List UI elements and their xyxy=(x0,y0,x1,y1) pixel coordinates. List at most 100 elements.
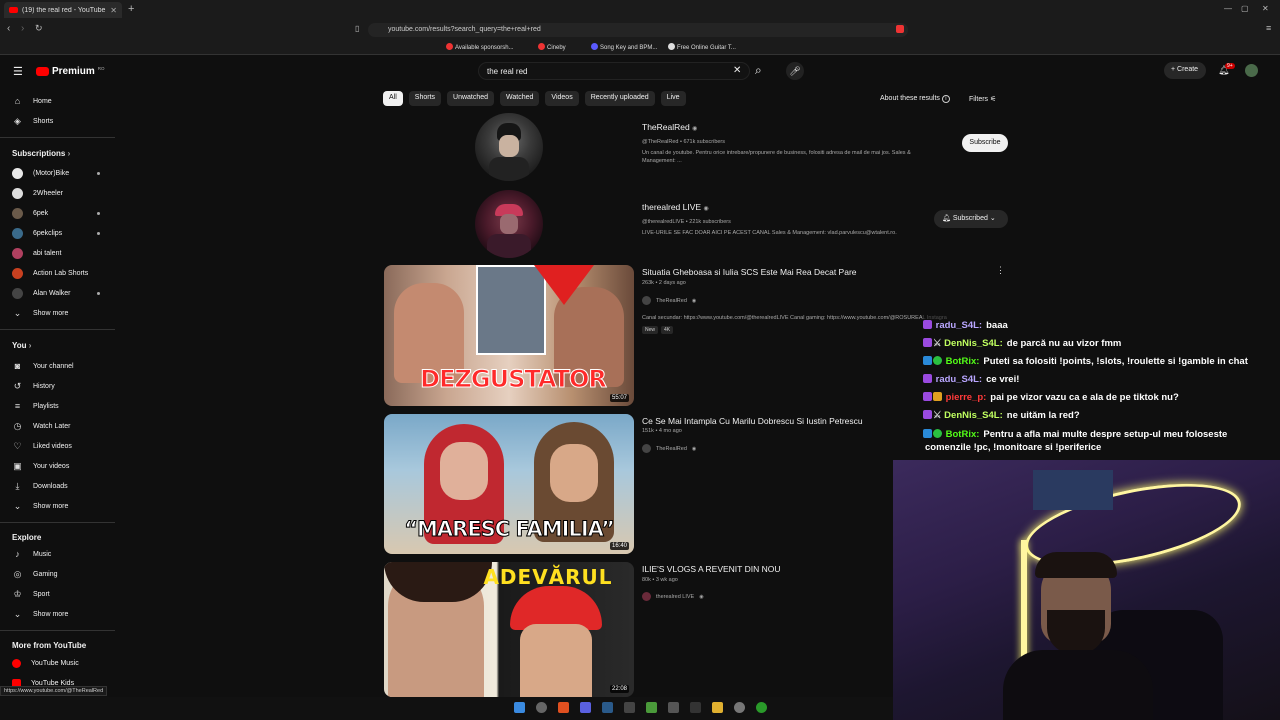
you-heading[interactable]: You › xyxy=(12,341,31,350)
filters-button[interactable]: Filters ⚟ xyxy=(969,95,996,103)
sidebar-item-subscription[interactable]: abi talent xyxy=(0,243,115,263)
sidebar-item-playlists[interactable]: ≡ Playlists xyxy=(0,396,115,416)
subscriptions-heading[interactable]: Subscriptions › xyxy=(12,149,70,158)
sidebar-item-your-channel[interactable]: ◙ Your channel xyxy=(0,356,115,376)
app-icon[interactable] xyxy=(690,702,701,713)
video-channel[interactable]: TheRealRed ◉ xyxy=(642,296,696,305)
user-badge-icon xyxy=(923,338,932,347)
voice-search-icon[interactable]: 🎤︎ xyxy=(786,62,804,80)
bookmark-3[interactable]: Song Key and BPM... xyxy=(591,43,657,51)
sidebar-item-watch-later[interactable]: ◷ Watch Later xyxy=(0,416,115,436)
video-meta: 80k • 3 wk ago xyxy=(642,577,678,583)
video-title[interactable]: ILIE'S VLOGS A REVENIT DIN NOU xyxy=(642,564,780,574)
video-meta: 151k • 4 mo ago xyxy=(642,428,682,434)
app-icon[interactable] xyxy=(624,702,635,713)
download-icon: ⤓ xyxy=(15,480,20,491)
sidebar-item-gaming[interactable]: ◎ Gaming xyxy=(0,564,115,584)
show-more-you[interactable]: ⌄ Show more xyxy=(0,496,115,516)
minecraft-icon[interactable] xyxy=(646,702,657,713)
file-explorer-icon[interactable] xyxy=(712,702,723,713)
sidebar-item-youtube-music[interactable]: YouTube Music xyxy=(0,653,115,673)
bookmark-1[interactable]: Available sponsorsh... xyxy=(446,43,514,51)
sidebar-item-subscription[interactable]: 6pek xyxy=(0,203,115,223)
new-badge: New xyxy=(642,326,659,334)
chat-message: BotRix: Pentru a afla mai multe despre se… xyxy=(923,429,1280,440)
chip-unwatched[interactable]: Unwatched xyxy=(447,91,495,106)
sidebar-item-sport[interactable]: ♔ Sport xyxy=(0,584,115,604)
reload-icon[interactable]: ↻ xyxy=(35,23,43,34)
url-field[interactable]: youtube.com/results?search_query=the+rea… xyxy=(368,23,908,37)
chat-message: BotRix: Puteti sa folositi !points, !slot… xyxy=(923,356,1280,367)
channel-avatar xyxy=(12,227,23,239)
close-tab-icon[interactable]: ✕ xyxy=(110,6,117,15)
search-icon[interactable] xyxy=(536,702,547,713)
channel-name-therealred[interactable]: TheRealRed ◉ xyxy=(642,122,697,132)
sidebar-item-downloads[interactable]: ⤓ Downloads xyxy=(0,476,115,496)
clear-search-icon[interactable]: ✕ xyxy=(733,65,741,76)
show-more-subscriptions[interactable]: ⌄ Show more xyxy=(0,303,115,323)
chip-shorts[interactable]: Shorts xyxy=(408,91,442,106)
chip-all[interactable]: All xyxy=(383,91,403,106)
sidebar-item-subscription[interactable]: 6pekclips xyxy=(0,223,115,243)
sidebar-item-subscription[interactable]: Alan Walker xyxy=(0,283,115,303)
back-icon[interactable]: ‹ xyxy=(7,23,10,34)
chip-live[interactable]: Live xyxy=(660,91,686,106)
xbox-icon[interactable] xyxy=(756,702,767,713)
more-actions-icon[interactable]: ⋮ xyxy=(996,265,1005,276)
bookmark-4[interactable]: Free Online Guitar T... xyxy=(668,43,736,51)
sidebar-item-your-videos[interactable]: ▣ Your videos xyxy=(0,456,115,476)
chat-message: ⚔ DenNis_S4L: de parcă nu au vizor fmm xyxy=(923,338,1280,349)
chip-recently-uploaded[interactable]: Recently uploaded xyxy=(584,91,655,106)
hamburger-menu-icon[interactable]: ☰ xyxy=(13,65,23,78)
sidebar-item-shorts[interactable]: ◈ Shorts xyxy=(0,111,115,131)
sidebar-item-subscription[interactable]: (Motor)Bike xyxy=(0,163,115,183)
video-channel[interactable]: therealred LIVE ◉ xyxy=(642,592,704,601)
settings-icon[interactable] xyxy=(734,702,745,713)
youtube-logo[interactable]: Premium RO xyxy=(36,66,105,77)
video-thumbnail[interactable]: ADEVĂRUL 22:08 xyxy=(384,562,634,697)
video-thumbnail[interactable]: DEZGUSTATOR 55:07 xyxy=(384,265,634,406)
chip-videos[interactable]: Videos xyxy=(545,91,579,106)
channel-avatar-therealred-live[interactable] xyxy=(475,190,543,258)
shorts-icon: ◈ xyxy=(14,115,21,126)
channel-avatar xyxy=(12,187,23,199)
bookmark-icon[interactable]: ▯ xyxy=(355,24,359,33)
show-more-explore[interactable]: ⌄ Show more xyxy=(0,604,115,624)
subscribed-button[interactable]: 🔔︎ Subscribed ⌄ xyxy=(934,210,1008,228)
channel-name-therealred-live[interactable]: therealred LIVE ◉ xyxy=(642,202,709,212)
close-window-icon[interactable]: ✕ xyxy=(1262,4,1269,13)
minimize-icon[interactable]: — xyxy=(1224,4,1232,13)
maximize-icon[interactable]: ▢ xyxy=(1241,4,1249,13)
windows-start-icon[interactable] xyxy=(514,702,525,713)
subscribe-button[interactable]: Subscribe xyxy=(962,134,1008,152)
sidebar-item-music[interactable]: ♪ Music xyxy=(0,544,115,564)
search-icon[interactable]: ⌕ xyxy=(755,63,762,78)
sidebar-item-home[interactable]: ⌂ Home xyxy=(0,91,115,111)
app-icon[interactable] xyxy=(668,702,679,713)
sidebar-item-subscription[interactable]: 2Wheeler xyxy=(0,183,115,203)
extension-icon[interactable] xyxy=(896,25,904,33)
create-button[interactable]: + Create xyxy=(1164,62,1206,79)
account-avatar[interactable] xyxy=(1245,64,1258,77)
sidebar-item-liked-videos[interactable]: ♡ Liked videos xyxy=(0,436,115,456)
steam-icon[interactable] xyxy=(602,702,613,713)
brave-browser-icon[interactable] xyxy=(558,702,569,713)
sidebar-item-subscription[interactable]: Action Lab Shorts xyxy=(0,263,115,283)
clock-icon: ◷ xyxy=(13,420,22,431)
browser-tab[interactable]: (19) the real red - YouTube ✕ xyxy=(4,2,122,18)
search-input[interactable]: the real red xyxy=(478,62,750,80)
channel-avatar-therealred[interactable] xyxy=(475,113,543,181)
video-title[interactable]: Situatia Gheboasa si Iulia SCS Este Mai … xyxy=(642,267,857,277)
sidebar-item-history[interactable]: ↺ History xyxy=(0,376,115,396)
forward-icon[interactable]: › xyxy=(21,23,24,34)
bookmark-2[interactable]: Cineby xyxy=(538,43,566,51)
about-results-link[interactable]: About these results i xyxy=(880,95,950,103)
chip-watched[interactable]: Watched xyxy=(500,91,540,106)
browser-menu-icon[interactable]: ≡ xyxy=(1266,23,1271,33)
discord-icon[interactable] xyxy=(580,702,591,713)
new-tab-icon[interactable]: + xyxy=(128,3,134,15)
video-channel[interactable]: TheRealRed ◉ xyxy=(642,444,696,453)
channel-avatar xyxy=(642,592,651,601)
video-title[interactable]: Ce Se Mai Intampla Cu Marilu Dobrescu Si… xyxy=(642,416,863,426)
video-thumbnail[interactable]: “MARESC FAMILIA” 16:40 xyxy=(384,414,634,554)
